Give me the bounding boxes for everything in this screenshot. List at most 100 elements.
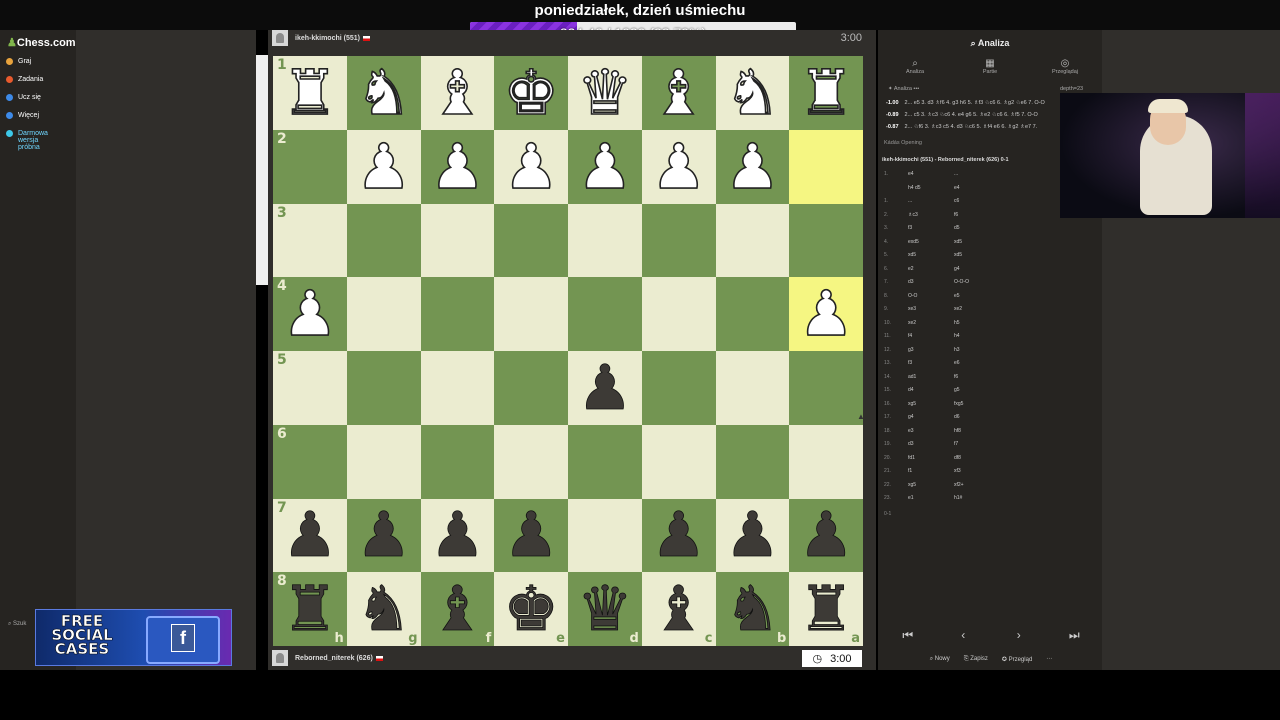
white-move[interactable]: f3 (908, 360, 912, 366)
board-square[interactable] (641, 351, 716, 425)
black-piece[interactable]: ♞ (724, 577, 780, 640)
board-square[interactable]: 7 ♟ (273, 498, 347, 573)
black-move[interactable]: d5 (954, 225, 960, 231)
black-piece[interactable]: ♜ (282, 577, 338, 640)
black-piece[interactable]: ♟ (503, 503, 559, 566)
sidebar-item-3[interactable]: Więcej (6, 112, 58, 119)
engine-line[interactable]: -1.00 2... e5 3. d3 ♗f6 4. g3 h6 5. ♗f3 ♘… (886, 100, 1058, 106)
chesscom-logo[interactable]: ♟Chess.com (7, 36, 76, 49)
black-move[interactable]: f7 (954, 441, 958, 447)
board-square[interactable]: ♟ (641, 498, 716, 573)
save-button[interactable]: ⎘ Zapisz (964, 656, 988, 663)
black-move[interactable]: f6 (954, 212, 958, 218)
board-square[interactable]: b ♞ (715, 572, 790, 646)
black-piece[interactable]: ♟ (282, 503, 338, 566)
white-move[interactable]: exd5 (908, 239, 919, 245)
black-move[interactable]: g4 (954, 266, 960, 272)
black-move[interactable]: df8 (954, 455, 961, 461)
black-piece[interactable]: ♟ (577, 356, 633, 419)
more-button[interactable]: ··· (1046, 656, 1052, 662)
black-move[interactable]: h3 (954, 347, 960, 353)
board-square[interactable]: 8 h ♜ (273, 572, 347, 646)
white-move[interactable]: g4 (908, 414, 914, 420)
last-move-button[interactable]: ⏭ (1049, 625, 1099, 645)
new-button[interactable]: ⌕ Nowy (930, 656, 950, 663)
black-piece[interactable]: ♝ (429, 577, 485, 640)
white-move[interactable]: h4 d5 (908, 185, 921, 191)
board-square[interactable] (715, 203, 790, 278)
board-square[interactable] (494, 203, 568, 278)
white-piece[interactable]: ♟ (576, 134, 633, 198)
white-move[interactable]: d3 (908, 441, 914, 447)
avatar[interactable] (272, 30, 288, 46)
board-square[interactable] (420, 277, 495, 351)
board-square[interactable]: ♞ (715, 56, 790, 130)
black-move[interactable]: xd5 (954, 239, 962, 245)
black-move[interactable]: xe2 (954, 306, 962, 312)
board-square[interactable]: ♟ (641, 129, 716, 204)
board-square[interactable] (494, 351, 568, 425)
black-move[interactable]: e6 (954, 360, 960, 366)
white-move[interactable]: O-O (908, 293, 917, 299)
white-move[interactable]: d4 (908, 387, 914, 393)
white-move[interactable]: xd5 (908, 252, 916, 258)
board-square[interactable]: c ♝ (641, 572, 716, 646)
board-square[interactable]: 4 ♟ (273, 277, 347, 351)
black-piece[interactable]: ♜ (798, 577, 854, 640)
board-square[interactable]: ♟ (420, 129, 495, 204)
avatar[interactable] (272, 650, 288, 666)
board-square[interactable]: 3 (273, 203, 347, 278)
board-square[interactable]: 2 (273, 129, 347, 204)
black-piece[interactable]: ♟ (724, 503, 780, 566)
board-square[interactable] (420, 203, 495, 278)
board-square[interactable]: ♟ (789, 498, 863, 573)
white-move[interactable]: ♗c3 (908, 212, 918, 218)
black-piece[interactable]: ♞ (355, 577, 411, 640)
board-square[interactable]: d ♛ (568, 572, 642, 646)
board-square[interactable]: 5 (273, 351, 347, 425)
board-square[interactable]: ♟ (346, 498, 421, 573)
board-square[interactable] (568, 203, 642, 278)
board-square[interactable] (641, 424, 716, 499)
board-square[interactable] (346, 203, 421, 278)
black-move[interactable]: f6 (954, 374, 958, 380)
white-move[interactable]: d3 (908, 279, 914, 285)
white-piece[interactable]: ♜ (281, 61, 338, 125)
board-square[interactable]: ♟ (568, 129, 642, 204)
sidebar-item-0[interactable]: Graj (6, 58, 58, 65)
board-square[interactable] (346, 351, 421, 425)
board-square[interactable]: ♟ (715, 129, 790, 204)
board-square[interactable] (346, 424, 421, 499)
board-square[interactable]: g ♞ (346, 572, 421, 646)
white-piece[interactable]: ♟ (355, 134, 412, 198)
white-piece[interactable]: ♟ (503, 134, 560, 198)
white-move[interactable]: f1 (908, 468, 912, 474)
board-square[interactable]: ♛ (568, 56, 642, 130)
board-square[interactable]: ♟ (346, 129, 421, 204)
review-button[interactable]: ✪ Przegląd (1002, 656, 1032, 663)
white-move[interactable]: f3 (908, 225, 912, 231)
white-move[interactable]: e2 (908, 266, 914, 272)
black-piece[interactable]: ♛ (577, 577, 633, 640)
board-square[interactable] (715, 424, 790, 499)
board-square[interactable] (420, 351, 495, 425)
board-square[interactable]: ♝ (420, 56, 495, 130)
board-square[interactable]: ♟ (420, 498, 495, 573)
board-square[interactable] (641, 277, 716, 351)
board-square[interactable]: 6 (273, 424, 347, 499)
board-square[interactable] (789, 203, 863, 278)
board-square[interactable] (715, 277, 790, 351)
board-square[interactable] (494, 277, 568, 351)
black-move[interactable]: xf2+ (954, 482, 964, 488)
white-move[interactable]: xe2 (908, 320, 916, 326)
ad-banner[interactable]: FREE SOCIAL CASES f (35, 609, 232, 666)
board-square[interactable] (715, 351, 790, 425)
next-move-button[interactable]: › (994, 625, 1044, 645)
white-move[interactable]: e4 (908, 171, 914, 177)
board-square[interactable]: ♟ (715, 498, 790, 573)
board-square[interactable]: ♟ (789, 277, 863, 351)
tab-przegladaj[interactable]: ◎ Przeglądaj (1030, 58, 1100, 75)
white-piece[interactable]: ♝ (650, 61, 707, 125)
black-move[interactable]: ... (954, 171, 958, 177)
engine-line[interactable]: -0.87 2... ♘f6 3. ♗c3 c5 4. d3 ♘c6 5. ♗f4… (886, 124, 1058, 130)
